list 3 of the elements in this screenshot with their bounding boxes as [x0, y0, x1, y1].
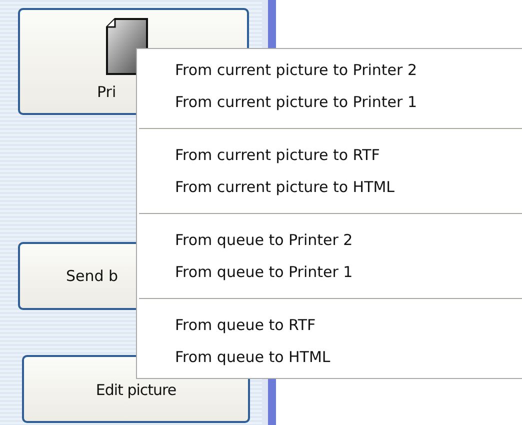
menu-item[interactable]: From queue to RTF — [137, 309, 316, 341]
menu-item[interactable]: From current picture to RTF — [137, 139, 380, 171]
menu-item[interactable]: From current picture to HTML — [137, 171, 395, 203]
